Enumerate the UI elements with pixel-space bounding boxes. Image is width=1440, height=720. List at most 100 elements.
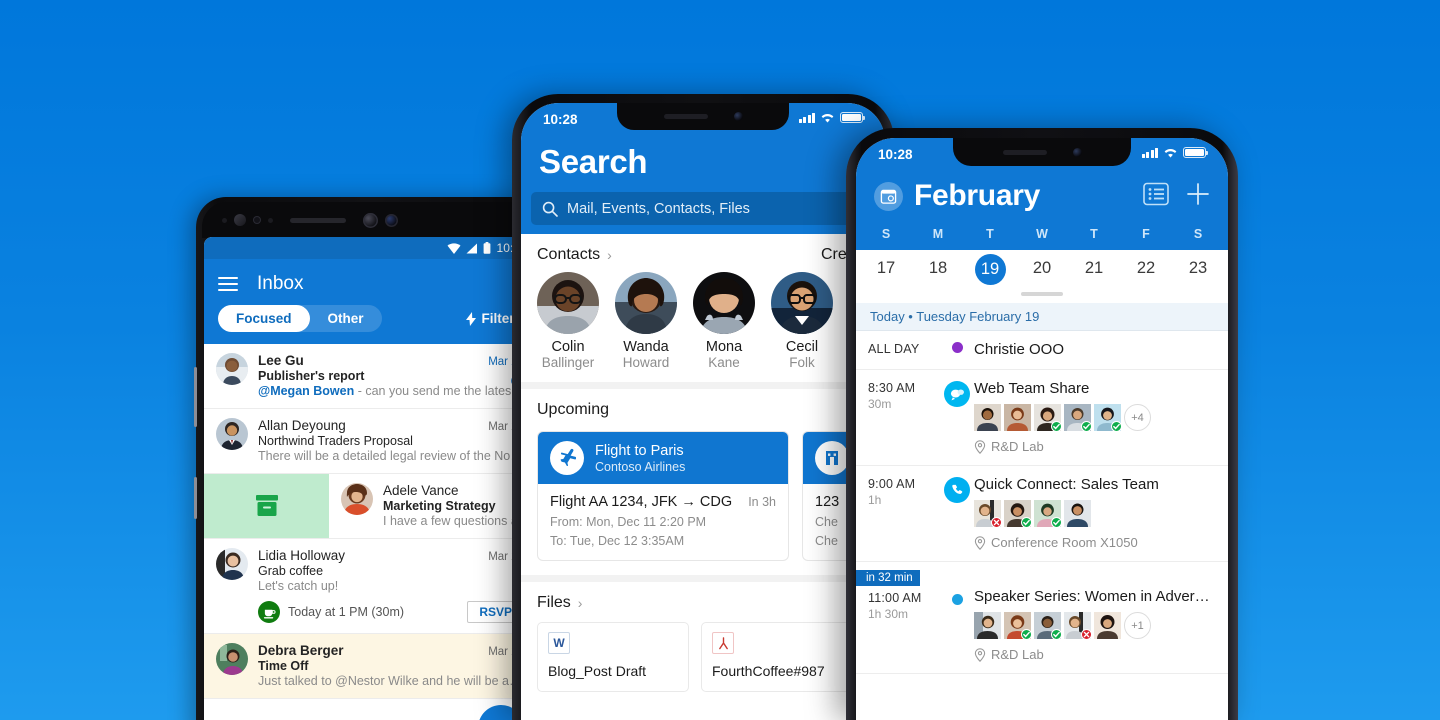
month-title: February bbox=[914, 179, 1040, 212]
avatar bbox=[1094, 404, 1122, 432]
avatar bbox=[1064, 404, 1092, 432]
event-title: Christie OOO bbox=[974, 341, 1065, 358]
android-phone: 10:28 Inbox Focused Other Filters bbox=[194, 197, 544, 720]
attendee-overflow-count[interactable]: +1 bbox=[1124, 612, 1151, 639]
date-cell-selected[interactable]: 19 bbox=[964, 254, 1016, 285]
date-cell[interactable]: 23 bbox=[1172, 259, 1224, 280]
list-item[interactable]: W Blog_Post Draft bbox=[537, 622, 689, 692]
section-title-upcoming: Upcoming bbox=[537, 401, 610, 418]
attendee-overflow-count[interactable]: +4 bbox=[1124, 404, 1151, 431]
battery-icon bbox=[1183, 147, 1209, 158]
airplane-icon bbox=[550, 441, 584, 475]
message-subject: Publisher's report bbox=[258, 369, 365, 383]
avatar-image bbox=[216, 418, 248, 450]
dow-label: F bbox=[1142, 227, 1150, 241]
right-iphone: 10:28 February S M T W T F S 17 18 19 20… bbox=[846, 128, 1238, 720]
list-item[interactable]: FourthCoffee#987 bbox=[701, 622, 853, 692]
avatar bbox=[1064, 612, 1092, 640]
page-title: Search bbox=[539, 143, 648, 180]
list-item[interactable]: 9:00 AM 1h Quick Connect: Sales Team Con… bbox=[856, 466, 1228, 562]
table-row[interactable]: Adele Vance Marketing Strategy I have a … bbox=[204, 474, 536, 539]
flight-card[interactable]: Flight to Paris Contoso Airlines Flight … bbox=[537, 431, 789, 561]
tab-focused[interactable]: Focused bbox=[218, 305, 310, 332]
date-cell[interactable]: 18 bbox=[912, 259, 964, 280]
avatar bbox=[693, 272, 755, 334]
event-location: R&D Lab bbox=[974, 439, 1216, 454]
signal-icon bbox=[798, 112, 815, 123]
android-top-bezel bbox=[202, 202, 538, 238]
list-item[interactable]: ALL DAY Christie OOO bbox=[856, 331, 1228, 370]
list-item[interactable]: Wanda Howard bbox=[615, 272, 677, 370]
contacts-row: Colin Ballinger Wanda Howard Mona Kane C… bbox=[521, 272, 885, 382]
ios-clock: 10:28 bbox=[543, 112, 578, 127]
location-pin-icon bbox=[974, 439, 986, 454]
avatar bbox=[1004, 612, 1032, 640]
divider bbox=[521, 575, 885, 582]
swiped-message[interactable]: Adele Vance Marketing Strategy I have a … bbox=[329, 474, 536, 538]
attendee-row: +1 bbox=[974, 612, 1216, 640]
event-time: ALL DAY bbox=[868, 342, 920, 356]
list-item[interactable]: Mona Kane bbox=[693, 272, 755, 370]
dow-label: W bbox=[1036, 227, 1048, 241]
table-row[interactable]: Lidia Holloway Mar 23 Grab coffee Let's … bbox=[204, 539, 536, 634]
contacts-section-header: Contacts › Create bbox=[521, 234, 885, 272]
avatar bbox=[1034, 404, 1062, 432]
tab-other[interactable]: Other bbox=[310, 305, 382, 332]
archive-icon bbox=[255, 495, 278, 516]
flight-number: Flight AA 1234, JFK → CDG bbox=[550, 494, 733, 510]
wifi-icon bbox=[1164, 149, 1177, 158]
date-cell[interactable]: 17 bbox=[860, 259, 912, 280]
section-title-files[interactable]: Files › bbox=[537, 594, 582, 612]
list-item[interactable]: Cecil Folk bbox=[771, 272, 833, 370]
dow-label: M bbox=[932, 227, 944, 241]
section-title-contacts[interactable]: Contacts › bbox=[537, 246, 612, 264]
date-cell[interactable]: 22 bbox=[1120, 259, 1172, 280]
agenda-list-icon[interactable] bbox=[1143, 182, 1169, 211]
plus-icon[interactable] bbox=[1186, 182, 1210, 211]
avatar-image bbox=[537, 272, 599, 334]
search-input[interactable]: Mail, Events, Contacts, Files bbox=[531, 192, 875, 225]
swipe-archive-action[interactable] bbox=[204, 474, 329, 538]
avatar-image bbox=[693, 272, 755, 334]
skype-call-icon bbox=[944, 477, 970, 503]
contact-last-name: Howard bbox=[622, 355, 670, 370]
message-preview: There will be a detailed legal review of… bbox=[258, 449, 524, 463]
wifi-icon bbox=[821, 114, 834, 123]
contact-first-name: Cecil bbox=[785, 339, 819, 355]
accepted-status-icon bbox=[1021, 517, 1032, 528]
sensor-icon bbox=[253, 216, 261, 224]
avatar bbox=[974, 612, 1001, 639]
search-icon bbox=[542, 201, 558, 217]
event-duration: 1h bbox=[868, 493, 882, 507]
sender-name: Allan Deyoung bbox=[258, 418, 346, 433]
chevron-right-icon: › bbox=[607, 247, 612, 263]
avatar bbox=[216, 353, 248, 385]
table-row[interactable]: Debra Berger Mar 23 Time Off Just talked… bbox=[204, 634, 536, 699]
avatar bbox=[974, 404, 1001, 431]
list-item[interactable]: 8:30 AM 30m Web Team Share +4 R&D Lab bbox=[856, 370, 1228, 466]
flight-countdown: In 3h bbox=[748, 495, 776, 509]
sender-name: Debra Berger bbox=[258, 643, 344, 658]
list-item[interactable]: Colin Ballinger bbox=[537, 272, 599, 370]
volume-button[interactable] bbox=[194, 367, 197, 427]
table-row[interactable]: Lee Gu Mar 23 Publisher's report @Megan … bbox=[204, 344, 536, 409]
avatar-image bbox=[216, 643, 248, 675]
list-item[interactable]: in 32 min 11:00 AM 1h 30m Speaker Series… bbox=[856, 562, 1228, 674]
calendar-title-row: February bbox=[856, 176, 1228, 227]
declined-status-icon bbox=[991, 517, 1002, 528]
avatar-image bbox=[341, 483, 373, 515]
today-label: Today • Tuesday February 19 bbox=[856, 303, 1228, 331]
hamburger-icon[interactable] bbox=[218, 277, 238, 291]
drag-handle[interactable] bbox=[1021, 292, 1063, 296]
message-preview: Just talked to @Nestor Wilke and he will… bbox=[258, 674, 524, 688]
files-row: W Blog_Post Draft FourthCoffee#987 Req bbox=[521, 620, 885, 692]
power-button[interactable] bbox=[194, 477, 197, 519]
android-screen: 10:28 Inbox Focused Other Filters bbox=[204, 237, 536, 720]
date-cell[interactable]: 21 bbox=[1068, 259, 1120, 280]
avatar bbox=[1004, 404, 1031, 431]
table-row[interactable]: Allan Deyoung Mar 23 Northwind Traders P… bbox=[204, 409, 536, 474]
date-cell[interactable]: 20 bbox=[1016, 259, 1068, 280]
avatar bbox=[1064, 500, 1091, 527]
avatar bbox=[974, 500, 1002, 528]
front-camera-icon bbox=[733, 112, 743, 121]
